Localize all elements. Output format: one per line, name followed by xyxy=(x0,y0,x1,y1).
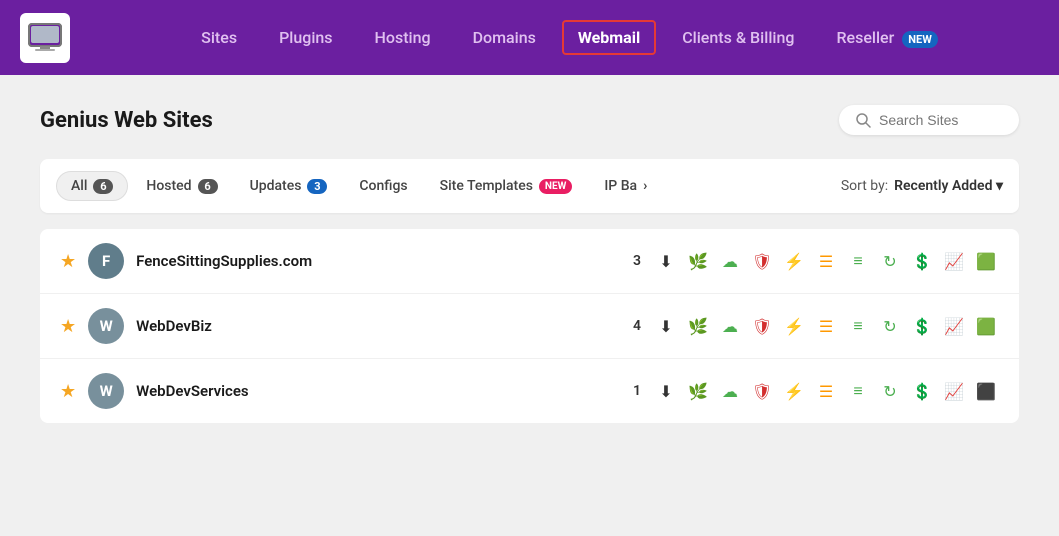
cloud-icon[interactable]: ☁ xyxy=(717,313,743,339)
site-templates-new-badge: NEW xyxy=(539,179,572,194)
page-header: Genius Web Sites xyxy=(40,105,1019,135)
menu-icon[interactable]: ≡ xyxy=(845,248,871,274)
filter-updates[interactable]: Updates 3 xyxy=(236,172,342,200)
bolt-icon[interactable]: ⚡ xyxy=(781,313,807,339)
leaf-icon[interactable]: 🌿 xyxy=(685,378,711,404)
update-count: 1 xyxy=(633,383,641,399)
table-row: ★ W WebDevBiz 4 ⬇ 🌿 ☁ 🛡 ⚡ ☰ ≡ ↻ 💲 📈 🟩 xyxy=(40,294,1019,359)
page-title: Genius Web Sites xyxy=(40,108,213,133)
dollar-icon[interactable]: 💲 xyxy=(909,248,935,274)
filter-updates-label: Updates xyxy=(250,178,302,194)
download-icon[interactable]: ⬇ xyxy=(653,378,679,404)
nav-items: Sites Plugins Hosting Domains Webmail Cl… xyxy=(100,20,1039,55)
filter-all[interactable]: All 6 xyxy=(56,171,128,201)
action-icons: ⬇ 🌿 ☁ 🛡 ⚡ ☰ ≡ ↻ 💲 📈 ⬛ xyxy=(653,378,999,404)
site-name[interactable]: FenceSittingSupplies.com xyxy=(136,252,611,270)
filter-ip-ban-label: IP Ba xyxy=(604,178,637,194)
sort-label: Sort by: xyxy=(841,178,888,194)
leaf-icon[interactable]: 🌿 xyxy=(685,248,711,274)
table-row: ★ F FenceSittingSupplies.com 3 ⬇ 🌿 ☁ 🛡 ⚡… xyxy=(40,229,1019,294)
main-content: Genius Web Sites All 6 Hosted 6 Updates … xyxy=(0,75,1059,443)
filter-all-count: 6 xyxy=(93,179,113,194)
trend-icon[interactable]: 📈 xyxy=(941,378,967,404)
cloud-icon[interactable]: ☁ xyxy=(717,378,743,404)
sort-chevron-icon: ▾ xyxy=(996,178,1003,194)
page-icon[interactable]: 🟩 xyxy=(973,248,999,274)
filter-site-templates-label: Site Templates xyxy=(440,178,533,194)
search-input[interactable] xyxy=(879,112,999,128)
nav-sites[interactable]: Sites xyxy=(185,20,253,55)
trend-icon[interactable]: 📈 xyxy=(941,313,967,339)
leaf-icon[interactable]: 🌿 xyxy=(685,313,711,339)
star-icon[interactable]: ★ xyxy=(60,381,76,402)
dollar-icon[interactable]: 💲 xyxy=(909,313,935,339)
shield-icon[interactable]: 🛡 xyxy=(749,313,775,339)
filter-hosted-label: Hosted xyxy=(146,178,191,194)
star-icon[interactable]: ★ xyxy=(60,316,76,337)
sort-area: Sort by: Recently Added ▾ xyxy=(841,178,1003,194)
dollar-icon[interactable]: 💲 xyxy=(909,378,935,404)
filter-all-label: All xyxy=(71,178,87,194)
nav-webmail[interactable]: Webmail xyxy=(562,20,656,55)
reseller-badge: NEW xyxy=(902,31,938,48)
star-icon[interactable]: ★ xyxy=(60,251,76,272)
filter-site-templates[interactable]: Site Templates NEW xyxy=(426,172,587,200)
search-icon xyxy=(855,112,871,128)
avatar: W xyxy=(88,308,124,344)
more-arrow-icon: › xyxy=(643,178,647,194)
menu-icon[interactable]: ≡ xyxy=(845,378,871,404)
update-count: 3 xyxy=(633,253,641,269)
action-icons: ⬇ 🌿 ☁ 🛡 ⚡ ☰ ≡ ↻ 💲 📈 🟩 xyxy=(653,248,999,274)
bolt-icon[interactable]: ⚡ xyxy=(781,378,807,404)
avatar: W xyxy=(88,373,124,409)
filter-hosted[interactable]: Hosted 6 xyxy=(132,172,231,200)
layers-icon[interactable]: ☰ xyxy=(813,248,839,274)
site-name[interactable]: WebDevBiz xyxy=(136,317,611,335)
bolt-icon[interactable]: ⚡ xyxy=(781,248,807,274)
avatar: F xyxy=(88,243,124,279)
search-box[interactable] xyxy=(839,105,1019,135)
sort-select[interactable]: Recently Added ▾ xyxy=(894,178,1003,194)
navbar: Sites Plugins Hosting Domains Webmail Cl… xyxy=(0,0,1059,75)
update-count: 4 xyxy=(633,318,641,334)
site-name[interactable]: WebDevServices xyxy=(136,382,611,400)
refresh-icon[interactable]: ↻ xyxy=(877,248,903,274)
filter-ip-ban[interactable]: IP Ba › xyxy=(590,172,661,200)
nav-hosting[interactable]: Hosting xyxy=(359,20,447,55)
layers-icon[interactable]: ☰ xyxy=(813,378,839,404)
shield-icon[interactable]: 🛡 xyxy=(749,248,775,274)
cloud-icon[interactable]: ☁ xyxy=(717,248,743,274)
page-icon[interactable]: 🟩 xyxy=(973,313,999,339)
download-icon[interactable]: ⬇ xyxy=(653,248,679,274)
nav-reseller[interactable]: Reseller NEW xyxy=(820,20,953,55)
sites-list: ★ F FenceSittingSupplies.com 3 ⬇ 🌿 ☁ 🛡 ⚡… xyxy=(40,229,1019,423)
filter-configs-label: Configs xyxy=(359,178,407,194)
filter-configs[interactable]: Configs xyxy=(345,172,421,200)
logo xyxy=(20,13,70,63)
filter-updates-count: 3 xyxy=(307,179,327,194)
download-icon[interactable]: ⬇ xyxy=(653,313,679,339)
action-icons: ⬇ 🌿 ☁ 🛡 ⚡ ☰ ≡ ↻ 💲 📈 🟩 xyxy=(653,313,999,339)
nav-plugins[interactable]: Plugins xyxy=(263,20,348,55)
refresh-icon[interactable]: ↻ xyxy=(877,313,903,339)
nav-clients-billing[interactable]: Clients & Billing xyxy=(666,20,810,55)
table-row: ★ W WebDevServices 1 ⬇ 🌿 ☁ 🛡 ⚡ ☰ ≡ ↻ 💲 📈… xyxy=(40,359,1019,423)
nav-domains[interactable]: Domains xyxy=(457,20,552,55)
trend-icon[interactable]: 📈 xyxy=(941,248,967,274)
shield-icon[interactable]: 🛡 xyxy=(749,378,775,404)
filter-hosted-count: 6 xyxy=(198,179,218,194)
layers-icon[interactable]: ☰ xyxy=(813,313,839,339)
page-gray-icon[interactable]: ⬛ xyxy=(973,378,999,404)
menu-icon[interactable]: ≡ xyxy=(845,313,871,339)
filter-bar: All 6 Hosted 6 Updates 3 Configs Site Te… xyxy=(40,159,1019,213)
refresh-icon[interactable]: ↻ xyxy=(877,378,903,404)
